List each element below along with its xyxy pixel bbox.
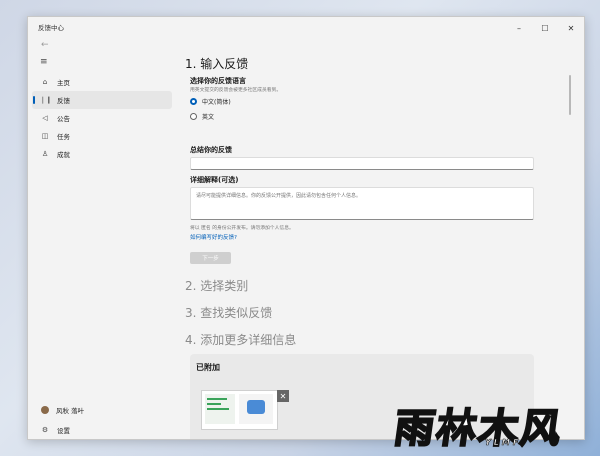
- hamburger-menu-icon[interactable]: ≡: [40, 57, 48, 67]
- watermark-main-text: 雨林木风: [390, 404, 567, 453]
- home-icon: ⌂: [42, 78, 48, 86]
- step-3-heading[interactable]: 3. 查找类似反馈: [185, 304, 272, 321]
- thumbnail-left-pane: [205, 394, 235, 424]
- language-hint: 用英文提交的反馈会被更多社区成员看到。: [190, 88, 282, 93]
- details-textarea[interactable]: [190, 187, 534, 220]
- help-link[interactable]: 如何编写好的反馈?: [190, 233, 237, 241]
- sidebar-item-label: 公告: [57, 115, 70, 123]
- sidebar-item-home[interactable]: ⌂ 主页: [32, 73, 172, 91]
- trophy-icon: ♙: [41, 150, 49, 158]
- step-1-heading: 1. 输入反馈: [185, 57, 249, 71]
- summary-label: 总结你的反馈: [190, 146, 232, 154]
- radio-selected-icon: [190, 98, 197, 105]
- attachments-title: 已附加: [196, 363, 220, 372]
- sidebar-bottom: 风秋 落叶 ⚙ 设置: [32, 401, 172, 439]
- sidebar-nav: ⌂ 主页 ❘❙ 反馈 ◁ 公告 ◫ 任务 ♙ 成就: [32, 73, 172, 163]
- sidebar-item-label: 主页: [57, 79, 70, 87]
- gear-icon: ⚙: [41, 426, 49, 434]
- sidebar-item-quests[interactable]: ◫ 任务: [32, 127, 172, 145]
- back-arrow-icon[interactable]: ←: [41, 40, 49, 50]
- minimize-icon[interactable]: –: [506, 17, 532, 39]
- step-4-heading[interactable]: 4. 添加更多详细信息: [185, 331, 296, 348]
- privacy-note: 将以 匿名 的身份公开发布。请勿添加个人信息。: [190, 226, 294, 231]
- sidebar-item-settings[interactable]: ⚙ 设置: [32, 421, 172, 439]
- remove-attachment-icon[interactable]: ✕: [277, 390, 289, 402]
- screenshot-thumbnail[interactable]: [201, 390, 278, 430]
- radio-chinese[interactable]: 中文(简体): [190, 97, 231, 106]
- sidebar-item-achievements[interactable]: ♙ 成就: [32, 145, 172, 163]
- quest-icon: ◫: [41, 132, 49, 140]
- sidebar-item-label: 任务: [57, 133, 70, 141]
- scrollbar[interactable]: [569, 75, 571, 115]
- radio-english[interactable]: 英文: [190, 112, 214, 121]
- main-content: 1. 输入反馈 选择你的反馈语言 用英文提交的反馈会被更多社区成员看到。 中文(…: [175, 39, 574, 439]
- maximize-icon[interactable]: ☐: [532, 17, 558, 39]
- sidebar-item-label: 成就: [57, 151, 70, 159]
- feedback-hub-window: 反馈中心 – ☐ ✕ ← ≡ ⌂ 主页 ❘❙ 反馈 ◁ 公告 ◫ 任务 ♙ 成就: [27, 16, 585, 440]
- app-title: 反馈中心: [38, 24, 64, 32]
- details-label: 详细解释(可选): [190, 176, 239, 184]
- watermark-sub-text: YLMF: [485, 438, 522, 448]
- sidebar-item-label: 反馈: [57, 97, 70, 105]
- megaphone-icon: ◁: [42, 114, 48, 122]
- radio-label: 中文(简体): [202, 99, 231, 106]
- summary-input[interactable]: [190, 157, 534, 170]
- user-profile[interactable]: 风秋 落叶: [32, 401, 172, 419]
- feedback-icon: ❘❙: [40, 96, 52, 104]
- language-label: 选择你的反馈语言: [190, 77, 246, 85]
- sidebar-item-announcements[interactable]: ◁ 公告: [32, 109, 172, 127]
- sidebar-item-feedback[interactable]: ❘❙ 反馈: [32, 91, 172, 109]
- user-name: 风秋 落叶: [56, 407, 85, 415]
- close-icon[interactable]: ✕: [558, 17, 584, 39]
- step-2-heading[interactable]: 2. 选择类别: [185, 277, 248, 294]
- radio-unselected-icon: [190, 113, 197, 120]
- thumbnail-right-pane: [239, 394, 273, 424]
- avatar: [41, 406, 49, 414]
- radio-label: 英文: [202, 114, 215, 121]
- next-button[interactable]: 下一步: [190, 252, 231, 264]
- sidebar-item-label: 设置: [57, 427, 70, 435]
- watermark-logo: 雨林木风 YLMF: [390, 396, 598, 454]
- title-bar: 反馈中心 – ☐ ✕: [28, 17, 584, 39]
